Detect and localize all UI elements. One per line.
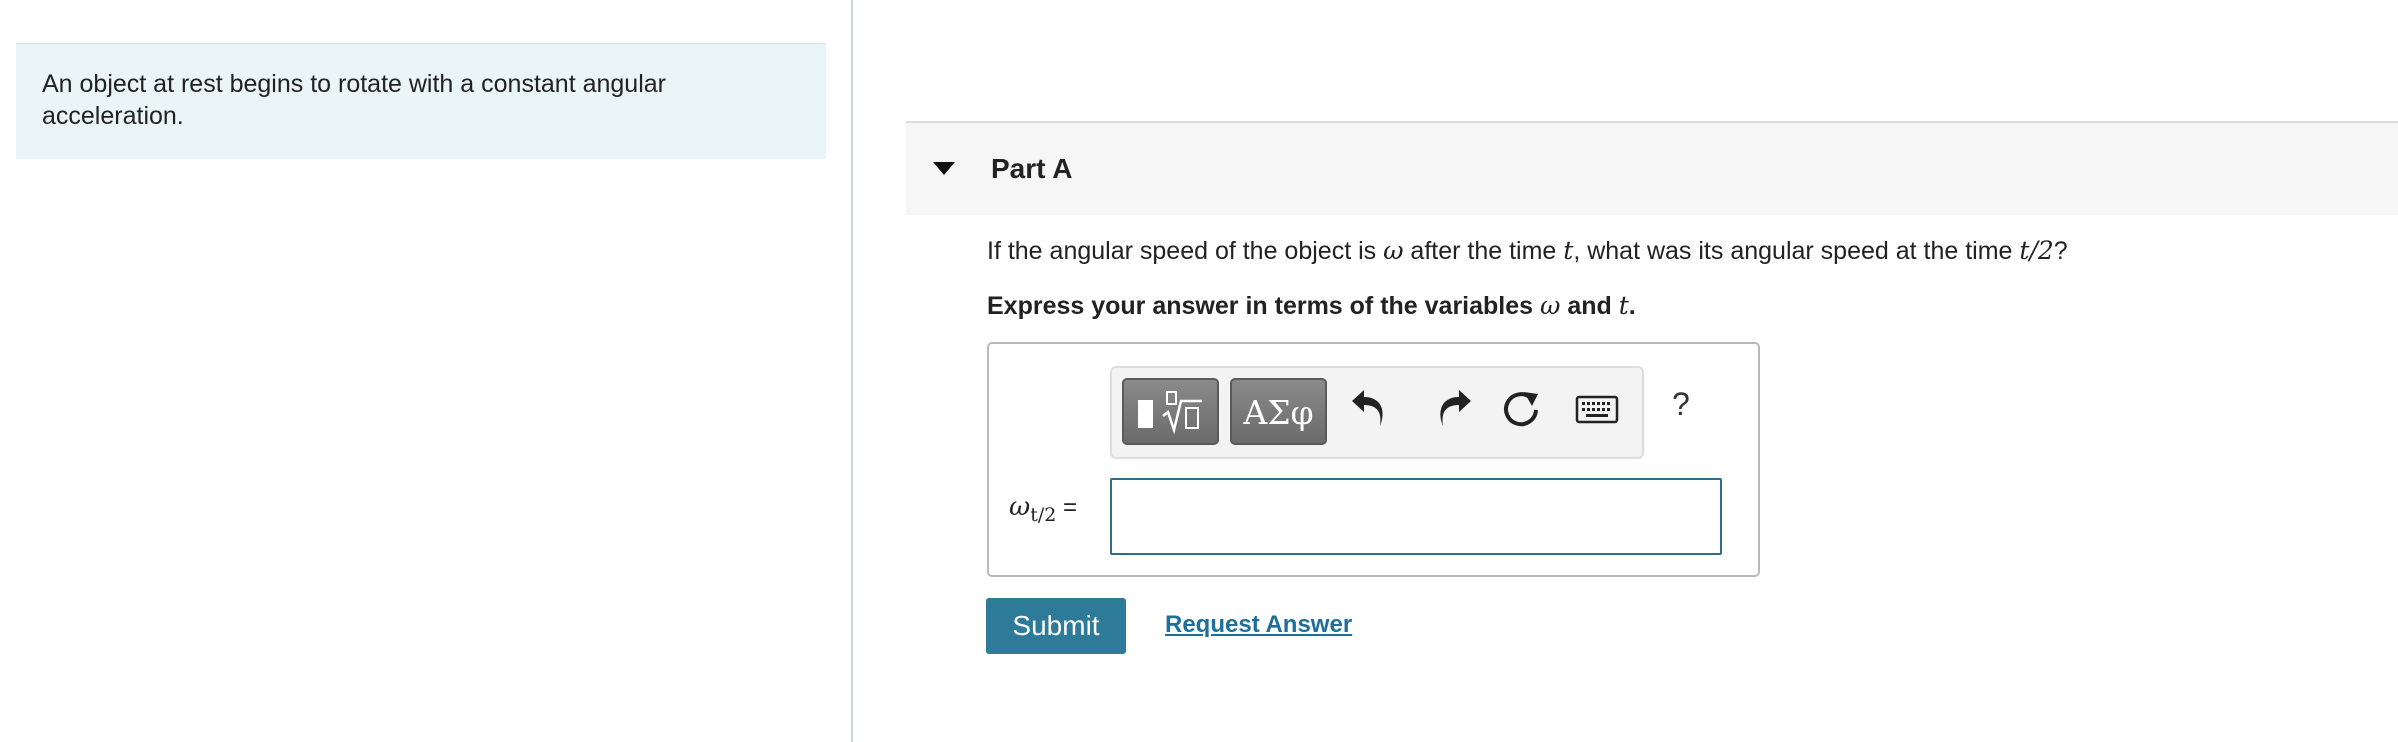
problem-intro: An object at rest begins to rotate with … bbox=[16, 43, 826, 159]
t-half-expression: t/2 bbox=[2019, 236, 2054, 265]
undo-button[interactable] bbox=[1350, 386, 1398, 434]
collapse-caret-icon[interactable] bbox=[933, 162, 955, 175]
keyboard-button[interactable] bbox=[1574, 386, 1622, 434]
request-answer-link[interactable]: Request Answer bbox=[1165, 611, 1352, 639]
redo-button[interactable] bbox=[1425, 386, 1473, 434]
square-root-template-icon bbox=[1138, 391, 1202, 435]
part-title: Part A bbox=[991, 153, 1073, 184]
omega-variable: ω bbox=[1383, 236, 1404, 265]
column-divider bbox=[851, 0, 853, 742]
answer-label-omega: ω bbox=[1009, 492, 1031, 522]
omega-variable: ω bbox=[1540, 291, 1561, 320]
templates-button[interactable] bbox=[1122, 378, 1219, 445]
answer-label-equals: = bbox=[1056, 494, 1078, 521]
t-variable: t bbox=[1563, 236, 1574, 265]
redo-icon bbox=[1440, 390, 1471, 426]
question-text: If the angular speed of the object is ω … bbox=[987, 236, 2068, 265]
answer-label: ωt/2 = bbox=[1009, 492, 1077, 526]
reset-button[interactable] bbox=[1498, 386, 1546, 434]
math-toolbar: ΑΣφ ? bbox=[1110, 366, 1690, 459]
reset-icon bbox=[1504, 392, 1538, 427]
keyboard-icon bbox=[1575, 395, 1619, 424]
greek-symbols-button[interactable]: ΑΣφ bbox=[1230, 378, 1327, 445]
part-a-header[interactable]: Part A bbox=[906, 123, 2398, 215]
help-button[interactable]: ? bbox=[1672, 386, 1690, 423]
greek-symbols-label: ΑΣφ bbox=[1243, 393, 1314, 432]
t-variable: t bbox=[1618, 291, 1629, 320]
undo-icon bbox=[1352, 390, 1383, 426]
problem-intro-text: An object at rest begins to rotate with … bbox=[42, 70, 666, 130]
answer-box: ΑΣφ ? ωt/2 = bbox=[987, 342, 1760, 577]
answer-label-subscript: t/2 bbox=[1030, 504, 1057, 527]
answer-instruction: Express your answer in terms of the vari… bbox=[987, 291, 1636, 320]
answer-input[interactable] bbox=[1110, 478, 1722, 555]
submit-button[interactable]: Submit bbox=[986, 598, 1126, 654]
